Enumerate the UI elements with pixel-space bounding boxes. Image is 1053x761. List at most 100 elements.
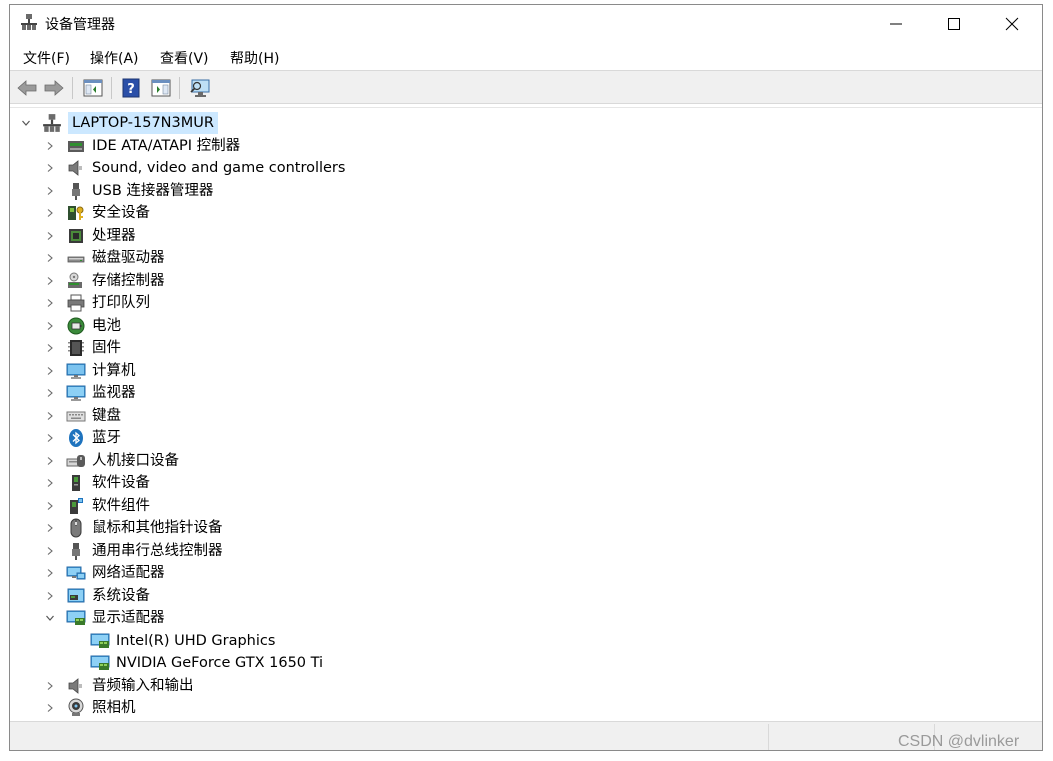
tree-category-label[interactable]: 计算机 <box>92 360 136 382</box>
minimize-button[interactable] <box>867 5 925 43</box>
tree-category-label[interactable]: 网络适配器 <box>92 562 165 584</box>
chevron-right-icon[interactable] <box>44 432 56 444</box>
chevron-right-icon[interactable] <box>44 702 56 714</box>
camera-icon <box>66 698 86 718</box>
chevron-right-icon[interactable] <box>44 162 56 174</box>
maximize-button[interactable] <box>925 5 983 43</box>
tree-category-label[interactable]: 固件 <box>92 337 121 359</box>
tree-category-row[interactable]: 软件设备 <box>44 472 150 494</box>
tree-category-row[interactable]: IDE ATA/ATAPI 控制器 <box>44 135 240 157</box>
chevron-right-icon[interactable] <box>44 410 56 422</box>
chevron-right-icon[interactable] <box>44 140 56 152</box>
software-device-icon <box>66 473 86 493</box>
tree-category-row[interactable]: 人机接口设备 <box>44 450 179 472</box>
tree-category-label[interactable]: 显示适配器 <box>92 607 165 629</box>
firmware-chip-icon <box>66 338 86 358</box>
chevron-right-icon[interactable] <box>44 455 56 467</box>
tree-category-label[interactable]: 电池 <box>92 315 121 337</box>
tree-category-row[interactable]: 电池 <box>44 315 121 337</box>
close-button[interactable] <box>983 5 1041 43</box>
tree-category-row[interactable]: 显示适配器 <box>44 607 165 629</box>
chevron-right-icon[interactable] <box>44 320 56 332</box>
tree-category-label[interactable]: Sound, video and game controllers <box>92 157 345 179</box>
menu-file[interactable]: 文件(F) <box>23 48 70 68</box>
tree-root-row[interactable]: LAPTOP-157N3MUR <box>20 112 218 134</box>
tree-category-label[interactable]: 键盘 <box>92 405 121 427</box>
back-arrow-icon[interactable] <box>16 77 38 99</box>
tree-category-row[interactable]: 键盘 <box>44 405 121 427</box>
chevron-right-icon[interactable] <box>44 545 56 557</box>
device-manager-window: 设备管理器 文件(F) 操作(A) 查看(V) 帮助(H) ? LAPTOP-1… <box>9 4 1043 751</box>
forward-arrow-icon[interactable] <box>43 77 65 99</box>
tree-category-row[interactable]: 处理器 <box>44 225 136 247</box>
tree-category-row[interactable]: 安全设备 <box>44 202 150 224</box>
menu-view[interactable]: 查看(V) <box>160 48 209 68</box>
chevron-right-icon[interactable] <box>44 567 56 579</box>
chevron-right-icon[interactable] <box>44 275 56 287</box>
tree-category-label[interactable]: 存储控制器 <box>92 270 165 292</box>
tree-category-row[interactable]: 蓝牙 <box>44 427 121 449</box>
tree-category-row[interactable]: 音频输入和输出 <box>44 675 194 697</box>
system-device-icon <box>66 586 86 606</box>
tree-child-label[interactable]: NVIDIA GeForce GTX 1650 Ti <box>116 652 323 674</box>
tree-child-label[interactable]: Intel(R) UHD Graphics <box>116 630 275 652</box>
chevron-right-icon[interactable] <box>44 297 56 309</box>
tree-category-row[interactable]: 照相机 <box>44 697 136 719</box>
tree-category-row[interactable]: 打印队列 <box>44 292 150 314</box>
tree-category-row[interactable]: 计算机 <box>44 360 136 382</box>
chevron-right-icon[interactable] <box>44 342 56 354</box>
mouse-icon <box>66 518 86 538</box>
tree-category-label[interactable]: 蓝牙 <box>92 427 121 449</box>
chevron-right-icon[interactable] <box>44 680 56 692</box>
chevron-right-icon[interactable] <box>44 500 56 512</box>
tree-category-label[interactable]: 人机接口设备 <box>92 450 179 472</box>
chevron-right-icon[interactable] <box>44 185 56 197</box>
chevron-down-icon[interactable] <box>44 612 56 624</box>
tree-category-label[interactable]: IDE ATA/ATAPI 控制器 <box>92 135 240 157</box>
tree-category-label[interactable]: 鼠标和其他指针设备 <box>92 517 223 539</box>
tree-child-row[interactable]: NVIDIA GeForce GTX 1650 Ti <box>68 652 323 674</box>
tree-category-row[interactable]: 固件 <box>44 337 121 359</box>
tree-category-row[interactable]: 监视器 <box>44 382 136 404</box>
tree-category-row[interactable]: 系统设备 <box>44 585 150 607</box>
tree-category-row[interactable]: Sound, video and game controllers <box>44 157 345 179</box>
tree-category-label[interactable]: 照相机 <box>92 697 136 719</box>
tree-category-row[interactable]: 磁盘驱动器 <box>44 247 165 269</box>
tree-category-label[interactable]: 安全设备 <box>92 202 150 224</box>
chevron-right-icon[interactable] <box>44 522 56 534</box>
show-hide-console-tree-icon[interactable] <box>82 77 104 99</box>
chevron-down-icon[interactable] <box>20 117 32 129</box>
tree-category-row[interactable]: 鼠标和其他指针设备 <box>44 517 223 539</box>
chevron-right-icon[interactable] <box>44 477 56 489</box>
tree-category-row[interactable]: USB 连接器管理器 <box>44 180 213 202</box>
tree-child-row[interactable]: Intel(R) UHD Graphics <box>68 630 275 652</box>
tree-category-label[interactable]: 监视器 <box>92 382 136 404</box>
tree-category-label[interactable]: 软件设备 <box>92 472 150 494</box>
tree-category-row[interactable]: 存储控制器 <box>44 270 165 292</box>
tree-category-label[interactable]: 音频输入和输出 <box>92 675 194 697</box>
chevron-right-icon[interactable] <box>44 590 56 602</box>
tree-category-label[interactable]: 通用串行总线控制器 <box>92 540 223 562</box>
chevron-right-icon[interactable] <box>44 387 56 399</box>
tree-category-label[interactable]: 打印队列 <box>92 292 150 314</box>
tree-category-label[interactable]: 软件组件 <box>92 495 150 517</box>
tree-category-label[interactable]: 系统设备 <box>92 585 150 607</box>
tree-root-label[interactable]: LAPTOP-157N3MUR <box>68 112 218 134</box>
watermark-text: CSDN @dvlinker <box>898 733 1020 750</box>
menu-action[interactable]: 操作(A) <box>90 48 139 68</box>
tree-category-row[interactable]: 网络适配器 <box>44 562 165 584</box>
help-icon[interactable]: ? <box>120 77 142 99</box>
chevron-right-icon[interactable] <box>44 365 56 377</box>
menu-help[interactable]: 帮助(H) <box>230 48 279 68</box>
chevron-right-icon[interactable] <box>44 252 56 264</box>
scan-hardware-monitor-icon[interactable] <box>189 77 211 99</box>
tree-category-label[interactable]: 磁盘驱动器 <box>92 247 165 269</box>
tree-category-label[interactable]: 处理器 <box>92 225 136 247</box>
properties-pane-icon[interactable] <box>150 77 172 99</box>
window-title: 设备管理器 <box>45 17 115 33</box>
tree-category-row[interactable]: 通用串行总线控制器 <box>44 540 223 562</box>
chevron-right-icon[interactable] <box>44 207 56 219</box>
tree-category-row[interactable]: 软件组件 <box>44 495 150 517</box>
chevron-right-icon[interactable] <box>44 230 56 242</box>
tree-category-label[interactable]: USB 连接器管理器 <box>92 180 213 202</box>
